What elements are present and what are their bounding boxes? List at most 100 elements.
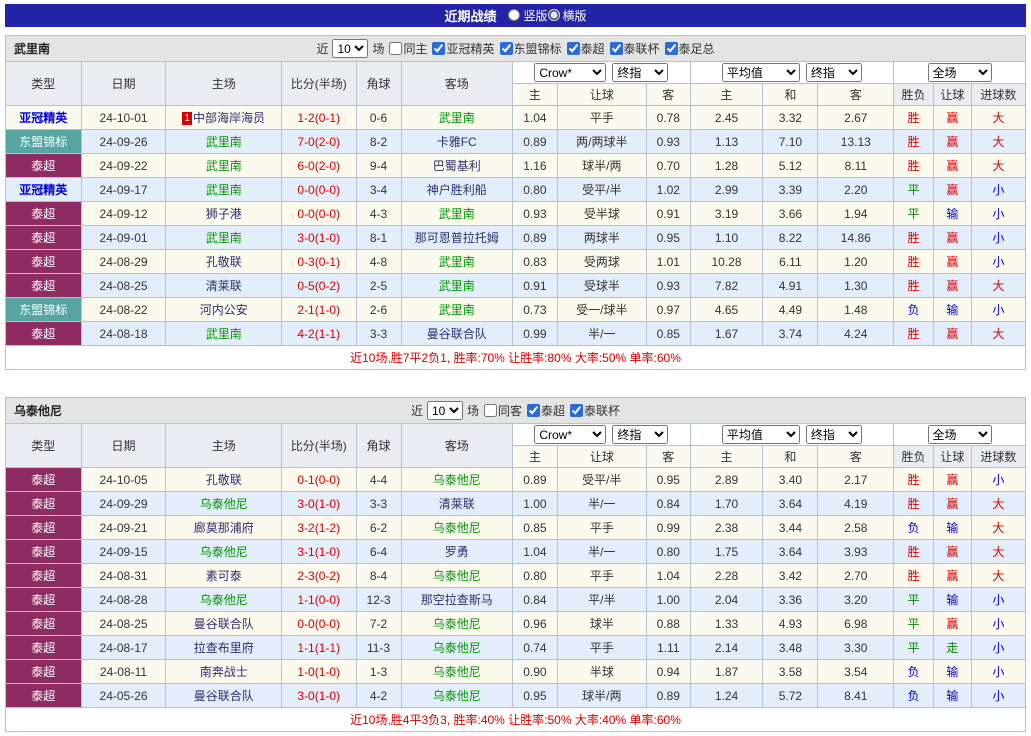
result-outcome: 胜 [893,105,934,130]
average-odds-select[interactable]: 平均值 [721,63,800,82]
avg-away-odds: 3.54 [817,659,895,684]
home-team-cell[interactable]: 乌泰他尼 [165,491,282,516]
subcolumn-header: 胜负 [893,445,934,468]
same-venue-filter[interactable]: 同客 [481,402,522,419]
away-team-cell[interactable]: 武里南 [400,249,513,274]
result-outcome: 胜 [893,273,934,298]
handicap-line: 平手 [556,515,647,540]
away-team-cell[interactable]: 武里南 [400,105,513,130]
away-team-cell[interactable]: 那可恩普拉托姆 [400,225,513,250]
average-odds-select[interactable]: 平均值 [721,425,800,444]
away-team-cell[interactable]: 乌泰他尼 [400,563,513,588]
odds-stage-select[interactable]: 终指 [805,63,862,82]
league-filter[interactable]: 东盟锦标 [497,40,562,57]
home-team-cell[interactable]: 廊莫那浦府 [165,515,282,540]
away-team-cell[interactable]: 卡雅FC [400,129,513,154]
avg-draw-odds: 6.11 [762,249,819,274]
home-team-cell[interactable]: 武里南 [165,153,282,178]
avg-draw-odds: 3.44 [762,515,819,540]
summary-text: 近10场,胜4平3负3, 胜率:40% 让胜率:50% 大率:40% 单率:60… [5,707,1026,732]
away-team-cell[interactable]: 乌泰他尼 [400,683,513,708]
odds-stage-select[interactable]: 终指 [805,425,862,444]
column-header: 主场 [165,423,282,468]
away-team-cell[interactable]: 乌泰他尼 [400,611,513,636]
layout-radio[interactable] [508,9,521,22]
scope-select[interactable]: 全场 [927,63,992,82]
subcolumn-header: 主 [689,83,764,106]
home-team-cell[interactable]: 孔敬联 [165,467,282,492]
home-team-cell[interactable]: 狮子港 [165,201,282,226]
title-bar: 近期战绩 竖版 横版 [5,4,1026,27]
match-date: 24-08-22 [80,297,167,322]
away-team-name: 武里南 [438,279,475,293]
games-count-select[interactable]: 10 [332,39,369,58]
league-filter[interactable]: 泰超 [524,402,565,419]
league-checkbox[interactable] [664,42,678,55]
layout-option-horizontal[interactable]: 横版 [547,7,587,24]
league-checkbox[interactable] [527,404,540,417]
subcolumn-header: 客 [645,83,691,106]
home-team-cell[interactable]: 曼谷联合队 [165,611,282,636]
avg-home-odds: 2.89 [689,467,764,492]
away-team-cell[interactable]: 武里南 [400,297,513,322]
scope-select[interactable]: 全场 [927,425,992,444]
home-team-cell[interactable]: 曼谷联合队 [165,683,282,708]
column-header: 角球 [355,423,402,468]
away-team-cell[interactable]: 乌泰他尼 [400,515,513,540]
away-team-cell[interactable]: 乌泰他尼 [400,659,513,684]
league-filter[interactable]: 亚冠精英 [429,40,495,57]
home-team-cell[interactable]: 乌泰他尼 [165,587,282,612]
league-checkbox[interactable] [499,42,513,55]
away-team-cell[interactable]: 武里南 [400,273,513,298]
away-team-cell[interactable]: 巴蜀基利 [400,153,513,178]
away-team-cell[interactable]: 罗勇 [400,539,513,564]
games-count-select[interactable]: 10 [426,401,463,420]
home-team-name: 孔敬联 [205,255,242,269]
home-team-cell[interactable]: 乌泰他尼 [165,539,282,564]
home-team-cell[interactable]: 素可泰 [165,563,282,588]
home-team-cell[interactable]: 南奔战士 [165,659,282,684]
match-row: 泰超 24-05-26 曼谷联合队 3-0(1-0) 4-2 乌泰他尼 0.95 球半/两 0.… [5,683,1027,708]
league-checkbox[interactable] [432,42,446,55]
odds-stage-select[interactable]: 终指 [612,425,669,444]
home-team-cell[interactable]: 孔敬联 [165,249,282,274]
league-filter[interactable]: 泰足总 [662,40,715,57]
layout-option-vertical[interactable]: 竖版 [508,7,548,24]
league-type-badge: 泰超 [5,635,82,660]
match-date: 24-09-21 [80,515,167,540]
away-team-cell[interactable]: 乌泰他尼 [400,467,513,492]
away-team-cell[interactable]: 乌泰他尼 [400,635,513,660]
league-filter[interactable]: 泰超 [564,40,605,57]
same-venue-filter[interactable]: 同主 [386,40,427,57]
home-team-cell[interactable]: 武里南 [165,225,282,250]
away-team-cell[interactable]: 神户胜利船 [400,177,513,202]
subcolumn-header: 和 [762,83,819,106]
home-team-cell[interactable]: 河内公安 [165,297,282,322]
layout-radio[interactable] [547,9,560,22]
same-venue-checkbox[interactable] [483,404,497,417]
league-checkbox[interactable] [570,404,584,417]
league-filter[interactable]: 泰联杯 [607,40,660,57]
away-team-cell[interactable]: 清莱联 [400,491,513,516]
odds-stage-select[interactable]: 终指 [612,63,669,82]
home-team-cell[interactable]: 清莱联 [165,273,282,298]
away-team-cell[interactable]: 曼谷联合队 [400,321,513,346]
odds-source-select[interactable]: Crow* [534,425,607,444]
league-checkbox[interactable] [566,42,580,55]
same-venue-checkbox[interactable] [389,42,403,55]
result-goals: 大 [970,129,1027,154]
home-team-cell[interactable]: 拉查布里府 [165,635,282,660]
home-team-cell[interactable]: 武里南 [165,321,282,346]
column-header: 日期 [80,423,167,468]
odds-source-select[interactable]: Crow* [534,63,607,82]
away-team-cell[interactable]: 那空拉查斯马 [400,587,513,612]
home-team-cell[interactable]: 1 中部海岸海员 [165,105,282,130]
league-checkbox[interactable] [609,42,623,55]
league-filter[interactable]: 泰联杯 [567,402,620,419]
away-team-cell[interactable]: 武里南 [400,201,513,226]
league-type-badge: 泰超 [5,321,82,346]
result-goals: 大 [970,153,1027,178]
avg-draw-odds: 3.74 [762,321,819,346]
home-team-cell[interactable]: 武里南 [165,177,282,202]
home-team-cell[interactable]: 武里南 [165,129,282,154]
